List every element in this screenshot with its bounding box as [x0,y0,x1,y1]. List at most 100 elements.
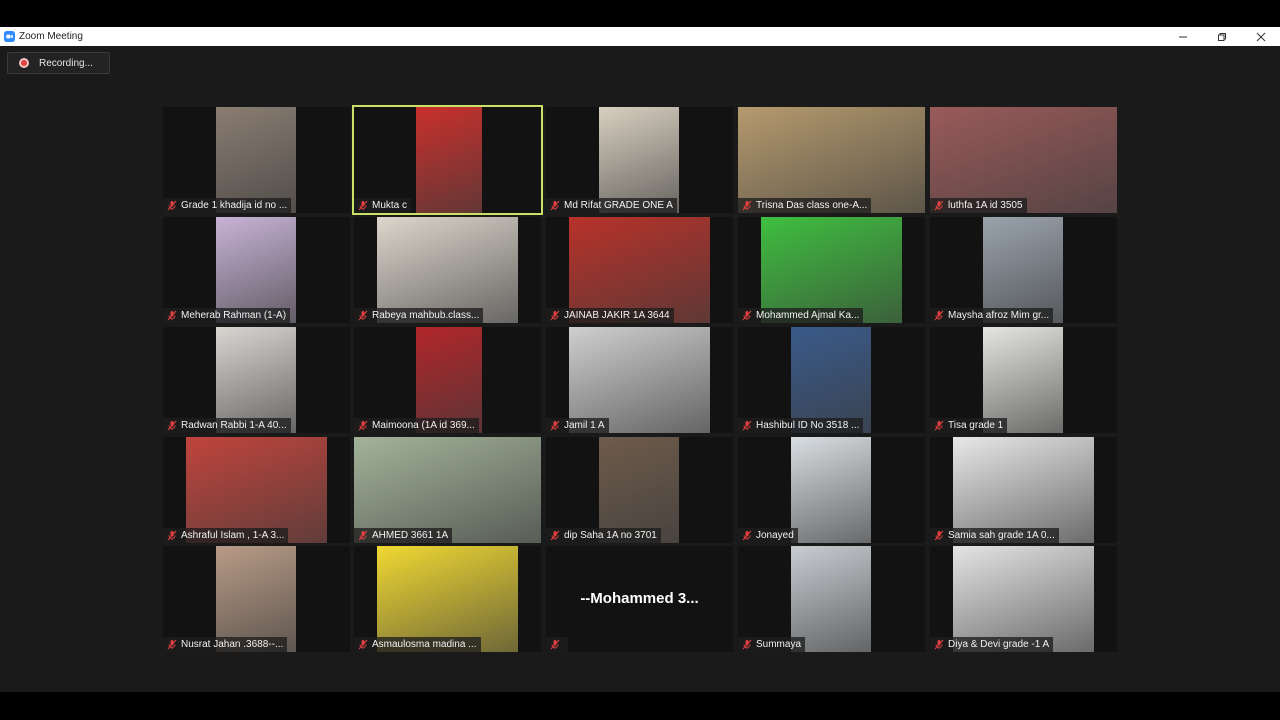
mic-muted-icon [742,310,752,321]
participant-label: Trisna Das class one-A... [738,198,872,213]
participant-name: Mohammed Ajmal Ka... [756,310,860,321]
minimize-button[interactable] [1163,27,1202,46]
participant-name: Hashibul ID No 3518 ... [756,420,860,431]
mic-muted-icon [934,639,944,650]
mic-muted-icon [550,200,560,211]
mic-muted-icon [358,310,368,321]
participant-label: Maysha afroz Mim gr... [930,308,1054,323]
mic-muted-icon [550,639,560,650]
participant-label: Jonayed [738,528,798,543]
participant-label: AHMED 3661 1A [354,528,453,543]
participant-tile[interactable]: Mohammed Ajmal Ka... [738,217,925,323]
participant-name: Samia sah grade 1A 0... [948,530,1055,541]
participant-label [546,637,568,652]
participant-tile[interactable]: Radwan Rabbi 1-A 40... [163,327,350,433]
participant-tile[interactable]: Maimoona (1A id 369... [354,327,541,433]
participant-tile[interactable]: dip Saha 1A no 3701 [546,437,733,543]
participant-tile[interactable]: JAINAB JAKIR 1A 3644 [546,217,733,323]
participant-name: Rabeya mahbub.class... [372,310,480,321]
close-icon [1256,32,1265,41]
participant-name: Grade 1 khadija id no ... [181,200,288,211]
close-button[interactable] [1241,27,1280,46]
participant-label: Tisa grade 1 [930,418,1008,433]
participant-name: Meherab Rahman (1-A) [181,310,287,321]
participant-name: AHMED 3661 1A [372,530,449,541]
participant-tile[interactable]: Summaya [738,546,925,652]
participant-label: Maimoona (1A id 369... [354,418,479,433]
participant-tile[interactable]: Hashibul ID No 3518 ... [738,327,925,433]
participant-name: Nusrat Jahan .3688--... [181,639,284,650]
participant-label: dip Saha 1A no 3701 [546,528,661,543]
mic-muted-icon [934,310,944,321]
participant-tile[interactable]: Samia sah grade 1A 0... [930,437,1117,543]
window-title: Zoom Meeting [19,31,83,42]
participant-tile[interactable]: Nusrat Jahan .3688--... [163,546,350,652]
participant-tile[interactable]: Jamil 1 A [546,327,733,433]
participant-name: Jonayed [756,530,794,541]
mic-muted-icon [167,530,177,541]
participant-tile[interactable]: Mukta c [352,105,543,215]
participant-name: JAINAB JAKIR 1A 3644 [564,310,670,321]
participant-name: Mukta c [372,200,408,211]
participant-label: Jamil 1 A [546,418,609,433]
participant-name: dip Saha 1A no 3701 [564,530,657,541]
participant-name: Maimoona (1A id 369... [372,420,475,431]
participant-tile[interactable]: Asmaulosma madina ... [354,546,541,652]
restore-button[interactable] [1202,27,1241,46]
participant-label: Mukta c [354,198,412,213]
participant-tile[interactable]: Diya & Devi grade -1 A [930,546,1117,652]
participant-name: Ashraful Islam , 1-A 3... [181,530,285,541]
participant-label: luthfa 1A id 3505 [930,198,1027,213]
participant-name: Jamil 1 A [564,420,605,431]
participant-label: Grade 1 khadija id no ... [163,198,292,213]
participant-tile[interactable]: Meherab Rahman (1-A) [163,217,350,323]
mic-muted-icon [742,530,752,541]
participant-tile[interactable]: Trisna Das class one-A... [738,107,925,213]
participant-label: Diya & Devi grade -1 A [930,637,1054,652]
participant-tile[interactable]: luthfa 1A id 3505 [930,107,1117,213]
record-icon [19,58,29,68]
window-titlebar: Zoom Meeting [0,27,1280,46]
participant-tile[interactable]: Jonayed [738,437,925,543]
participant-label: Md Rifat GRADE ONE A [546,198,677,213]
participant-name: Summaya [756,639,802,650]
zoom-app-icon [4,31,15,42]
participant-tile[interactable]: Grade 1 khadija id no ... [163,107,350,213]
recording-label: Recording... [39,57,93,69]
participant-tile[interactable]: Ashraful Islam , 1-A 3... [163,437,350,543]
participant-label: Samia sah grade 1A 0... [930,528,1059,543]
mic-muted-icon [550,530,560,541]
participant-label: Ashraful Islam , 1-A 3... [163,528,289,543]
mic-muted-icon [934,200,944,211]
participant-tile[interactable]: Md Rifat GRADE ONE A [546,107,733,213]
participant-name: Md Rifat GRADE ONE A [564,200,673,211]
participant-tile[interactable]: AHMED 3661 1A [354,437,541,543]
mic-muted-icon [167,200,177,211]
participant-tile[interactable]: --Mohammed 3... [546,546,733,652]
mic-muted-icon [167,639,177,650]
participant-name: Diya & Devi grade -1 A [948,639,1050,650]
participant-tile[interactable]: Tisa grade 1 [930,327,1117,433]
participant-name: Tisa grade 1 [948,420,1004,431]
mic-muted-icon [358,200,368,211]
restore-icon [1217,32,1226,41]
mic-muted-icon [167,310,177,321]
window-controls [1163,27,1280,46]
mic-muted-icon [934,530,944,541]
participant-label: Summaya [738,637,806,652]
mic-muted-icon [742,639,752,650]
participant-label: Asmaulosma madina ... [354,637,481,652]
participant-tile[interactable]: Maysha afroz Mim gr... [930,217,1117,323]
recording-indicator[interactable]: Recording... [7,52,110,74]
mic-muted-icon [358,420,368,431]
mic-muted-icon [358,530,368,541]
participant-name: Maysha afroz Mim gr... [948,310,1050,321]
participant-label: JAINAB JAKIR 1A 3644 [546,308,674,323]
participant-tile[interactable]: Rabeya mahbub.class... [354,217,541,323]
participant-label: Nusrat Jahan .3688--... [163,637,288,652]
mic-muted-icon [358,639,368,650]
participant-name: luthfa 1A id 3505 [948,200,1023,211]
participant-name: Trisna Das class one-A... [756,200,868,211]
mic-muted-icon [550,310,560,321]
top-black-bar [0,0,1280,27]
